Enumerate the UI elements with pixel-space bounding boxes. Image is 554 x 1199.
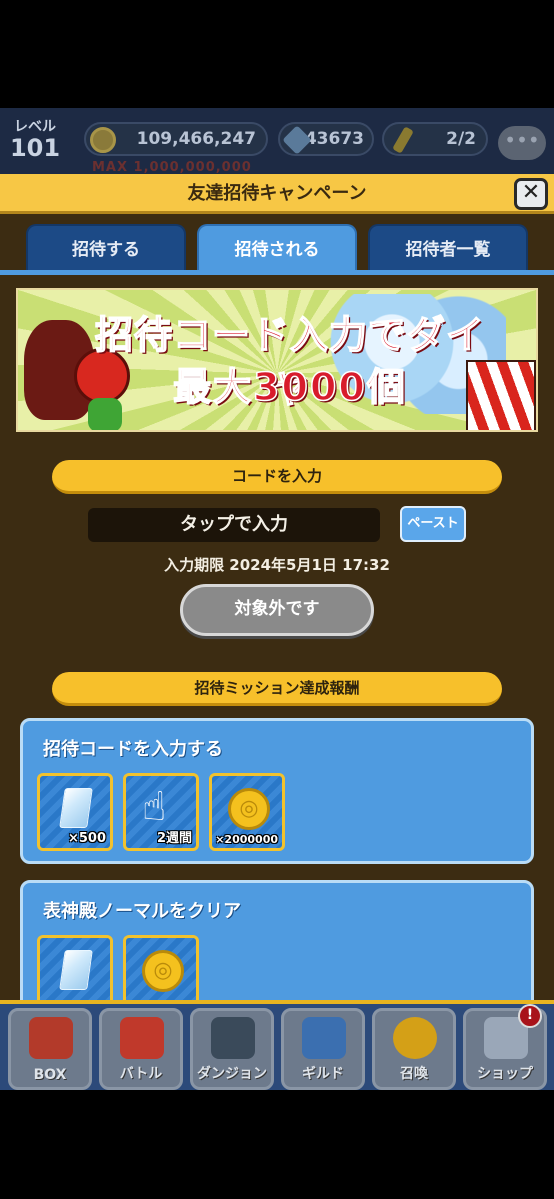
reward-auto-tap[interactable]: ☝ 2週間	[123, 773, 199, 851]
nav-label: ショップ	[477, 1066, 533, 1082]
diamond-icon	[59, 788, 93, 828]
nav-battle[interactable]: バトル	[99, 1008, 183, 1090]
key-counter[interactable]: 2/2	[382, 122, 488, 156]
campaign-banner: 招待コード入力でダイヤ 最大3000個	[16, 288, 538, 432]
reward-quantity: 2週間	[156, 831, 192, 846]
mission-title: 表神殿ノーマルをクリア	[43, 901, 241, 922]
coin-icon: ◎	[142, 950, 184, 992]
coin-max: MAX 1,000,000,000	[92, 160, 252, 175]
close-icon: ✕	[521, 180, 541, 205]
key-amount: 2/2	[446, 129, 476, 149]
nav-guild[interactable]: ギルド	[281, 1008, 365, 1090]
summon-circle-icon	[393, 1017, 437, 1059]
coin-icon	[90, 127, 116, 153]
tap-hand-icon: ☝	[142, 784, 167, 830]
diamond-counter[interactable]: 43673	[278, 122, 374, 156]
code-section-header: コードを入力	[52, 460, 502, 494]
reward-diamond[interactable]: ×500	[37, 773, 113, 851]
mission-card: 招待コードを入力する ×500 ☝ 2週間 ◎ ×2000000	[20, 718, 534, 864]
nav-box[interactable]: BOX	[8, 1008, 92, 1090]
key-icon	[392, 126, 414, 154]
nav-label: バトル	[119, 1066, 163, 1082]
missions-header: 招待ミッション達成報酬	[52, 672, 502, 706]
tab-invite[interactable]: 招待する	[26, 224, 186, 270]
nav-summon[interactable]: 召喚	[372, 1008, 456, 1090]
input-deadline: 入力期限 2024年5月1日 17:32	[164, 556, 390, 574]
invite-campaign-modal: 友達招待キャンペーン ✕ 招待する 招待される 招待者一覧 招待コード入力でダイ…	[0, 174, 554, 1020]
treasure-chest-icon	[29, 1017, 73, 1059]
nav-label: ギルド	[302, 1066, 344, 1082]
dungeon-gate-icon	[211, 1017, 255, 1059]
reward-quantity: ×500	[67, 831, 106, 846]
bottom-navigation: BOX バトル ダンジョン ギルド 召喚 ショップ	[0, 1000, 554, 1090]
tab-underline	[0, 270, 554, 275]
nav-label: ダンジョン	[197, 1066, 267, 1082]
nav-dungeon[interactable]: ダンジョン	[190, 1008, 274, 1090]
tab-invited[interactable]: 招待される	[197, 224, 357, 270]
shield-icon	[120, 1017, 164, 1059]
diamond-amount: 43673	[304, 129, 364, 149]
reward-coin[interactable]: ◎ ×2000000	[209, 773, 285, 851]
tab-inviter-list[interactable]: 招待者一覧	[368, 224, 528, 270]
coin-amount: 109,466,247	[136, 129, 256, 149]
chat-bubble-icon: •••	[504, 128, 540, 152]
invite-code-input[interactable]: タップで入力	[88, 508, 380, 542]
close-button[interactable]: ✕	[514, 178, 548, 210]
nav-label: BOX	[33, 1067, 67, 1083]
paste-button[interactable]: ペースト	[400, 506, 466, 542]
mission-title: 招待コードを入力する	[43, 739, 223, 760]
diamond-icon	[59, 950, 93, 990]
chat-button[interactable]: •••	[498, 126, 546, 160]
level-value: 101	[9, 134, 61, 162]
tab-bar: 招待する 招待される 招待者一覧	[0, 222, 554, 272]
level-label: レベル	[14, 119, 56, 135]
coin-icon: ◎	[228, 788, 270, 830]
not-eligible-button[interactable]: 対象外です	[180, 584, 374, 636]
mission-card: 表神殿ノーマルをクリア ◎	[20, 880, 534, 1020]
nav-label: 召喚	[400, 1066, 428, 1082]
notification-badge: !	[518, 1004, 542, 1028]
top-hud: レベル 101 109,466,247 MAX 1,000,000,000 43…	[0, 108, 554, 175]
crossed-swords-icon	[302, 1017, 346, 1059]
modal-title: 友達招待キャンペーン	[0, 174, 554, 214]
reward-quantity: ×2000000	[215, 833, 278, 846]
player-level: レベル 101	[4, 110, 66, 168]
coin-counter[interactable]: 109,466,247	[84, 122, 268, 156]
banner-subheadline: 最大3000個	[172, 364, 407, 410]
